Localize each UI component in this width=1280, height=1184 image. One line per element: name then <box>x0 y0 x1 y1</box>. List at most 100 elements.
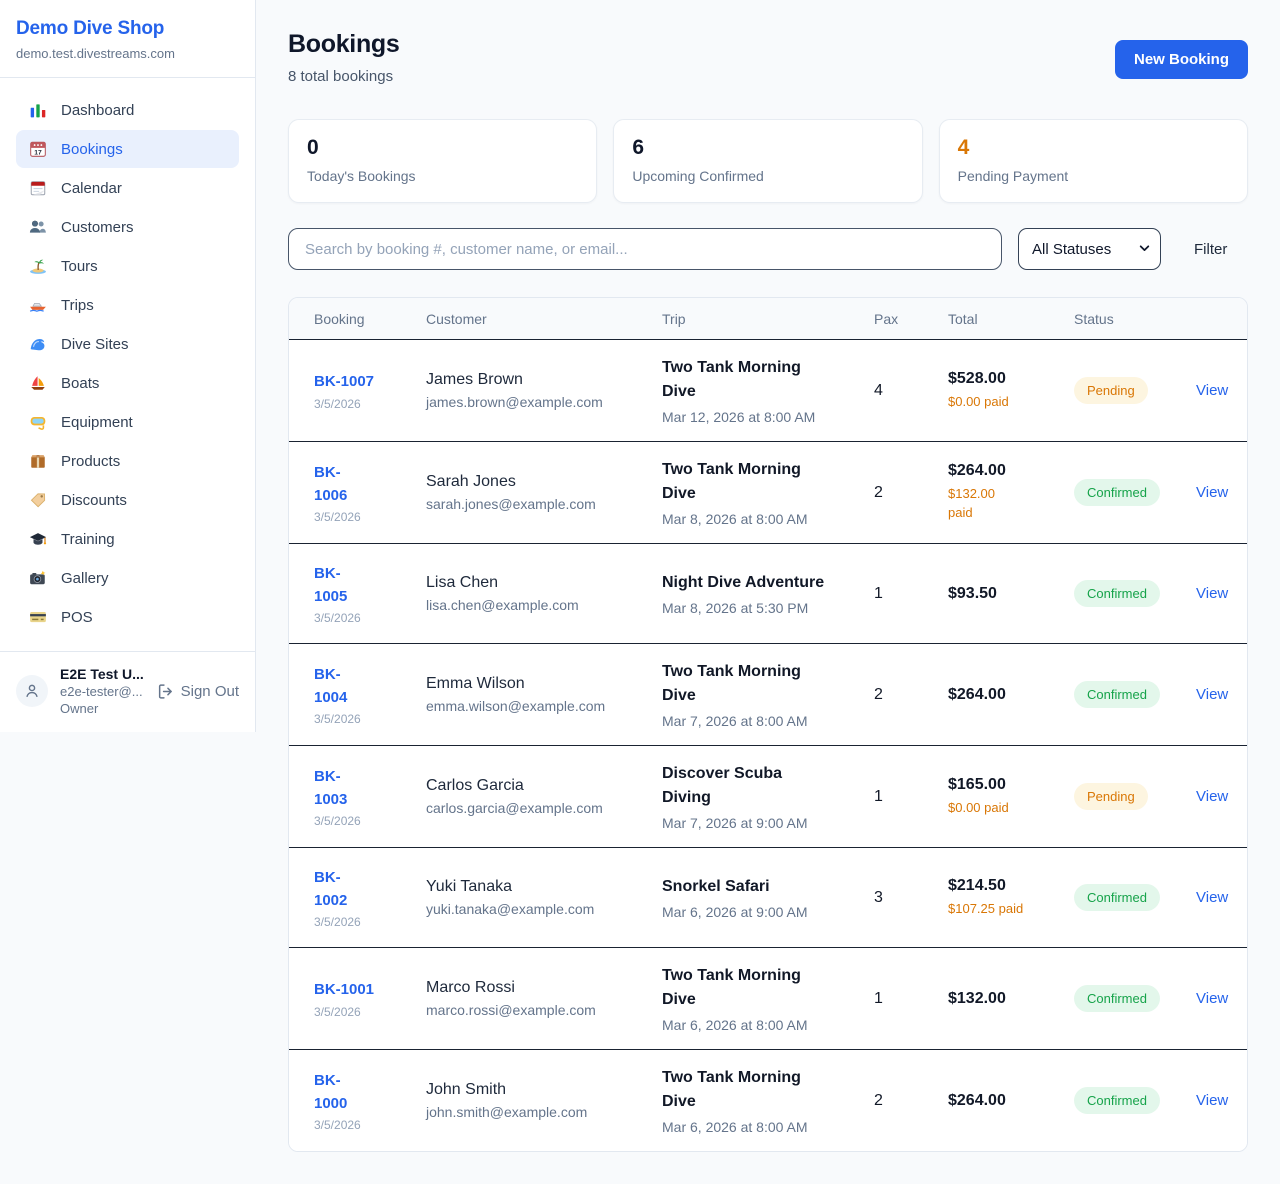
main-content: Bookings 8 total bookings New Booking 0 … <box>256 0 1280 1184</box>
trip-name: Two Tank MorningDive <box>662 356 864 404</box>
booking-id-link[interactable]: BK-1003 <box>314 765 416 812</box>
view-link[interactable]: View <box>1186 382 1228 399</box>
trip-cell: Two Tank MorningDiveMar 12, 2026 at 8:00… <box>662 340 874 441</box>
status-badge: Confirmed <box>1074 1087 1160 1114</box>
view-link[interactable]: View <box>1186 484 1228 501</box>
status-badge: Pending <box>1074 377 1148 404</box>
trip-date: Mar 8, 2026 at 5:30 PM <box>662 600 864 616</box>
pax-cell: 1 <box>874 772 948 822</box>
sidebar-item-label: Training <box>61 531 115 548</box>
filter-button[interactable]: Filter <box>1194 241 1227 258</box>
booking-cell: BK-10033/5/2026 <box>314 749 426 845</box>
total-amount: $214.50 <box>948 877 1064 895</box>
stat-label: Today's Bookings <box>307 168 578 184</box>
brand-title[interactable]: Demo Dive Shop <box>16 18 239 40</box>
trip-name: Two Tank MorningDive <box>662 660 864 708</box>
status-filter-select[interactable]: All Statuses <box>1018 228 1161 270</box>
sidebar-item-tours[interactable]: Tours <box>16 247 239 285</box>
sidebar-item-label: Products <box>61 453 120 470</box>
status-badge: Pending <box>1074 783 1148 810</box>
customer-cell: James Brownjames.brown@example.com <box>426 355 662 426</box>
view-link[interactable]: View <box>1186 788 1228 805</box>
status-badge: Confirmed <box>1074 580 1160 607</box>
total-cell: $93.50 <box>948 569 1074 619</box>
trip-cell: Two Tank MorningDiveMar 6, 2026 at 8:00 … <box>662 1050 874 1151</box>
booking-id-link[interactable]: BK-1005 <box>314 562 416 609</box>
sidebar-item-equipment[interactable]: Equipment <box>16 403 239 441</box>
sign-out-button[interactable]: Sign Out <box>157 683 239 700</box>
sidebar-item-trips[interactable]: Trips <box>16 286 239 324</box>
sidebar-item-discounts[interactable]: Discounts <box>16 481 239 519</box>
trip-date: Mar 7, 2026 at 8:00 AM <box>662 713 864 729</box>
view-link[interactable]: View <box>1186 889 1228 906</box>
sidebar-item-training[interactable]: Training <box>16 520 239 558</box>
total-cell: $165.00$0.00 paid <box>948 760 1074 834</box>
stat-value: 4 <box>958 136 1229 160</box>
status-badge: Confirmed <box>1074 479 1160 506</box>
people-icon <box>29 218 47 236</box>
stat-label: Upcoming Confirmed <box>632 168 903 184</box>
sign-out-label: Sign Out <box>181 683 239 700</box>
booking-id-link[interactable]: BK-1006 <box>314 461 416 508</box>
new-booking-button[interactable]: New Booking <box>1115 40 1248 79</box>
trip-name: Snorkel Safari <box>662 875 864 899</box>
page-header: Bookings 8 total bookings New Booking <box>288 30 1248 85</box>
sidebar-item-boats[interactable]: Boats <box>16 364 239 402</box>
customer-email: james.brown@example.com <box>426 394 652 410</box>
table-row: BK-10003/5/2026John Smithjohn.smith@exam… <box>289 1050 1247 1151</box>
status-cell: Confirmed <box>1074 1071 1186 1130</box>
customer-name: Carlos Garcia <box>426 777 652 795</box>
graduation-cap-icon <box>29 530 47 548</box>
sidebar-item-customers[interactable]: Customers <box>16 208 239 246</box>
status-badge: Confirmed <box>1074 985 1160 1012</box>
customer-email: sarah.jones@example.com <box>426 496 652 512</box>
trip-date: Mar 6, 2026 at 8:00 AM <box>662 1017 864 1033</box>
sidebar-item-dashboard[interactable]: Dashboard <box>16 91 239 129</box>
sidebar-item-products[interactable]: Products <box>16 442 239 480</box>
booking-date: 3/5/2026 <box>314 510 416 524</box>
speedboat-icon <box>29 296 47 314</box>
sidebar-item-gallery[interactable]: Gallery <box>16 559 239 597</box>
booking-id-link[interactable]: BK-1004 <box>314 663 416 710</box>
booking-id-link[interactable]: BK-1002 <box>314 866 416 913</box>
sign-out-icon <box>157 683 174 700</box>
booking-id-link[interactable]: BK-1000 <box>314 1069 416 1116</box>
sidebar-item-pos[interactable]: POS <box>16 598 239 636</box>
total-amount: $165.00 <box>948 776 1064 794</box>
view-cell: View <box>1186 1076 1247 1126</box>
status-cell: Confirmed <box>1074 969 1186 1028</box>
customer-cell: Emma Wilsonemma.wilson@example.com <box>426 659 662 730</box>
table-header-row: Booking Customer Trip Pax Total Status <box>289 298 1247 340</box>
trip-cell: Night Dive Adventure Mar 8, 2026 at 5:30 … <box>662 555 874 632</box>
sidebar-item-calendar[interactable]: Calendar <box>16 169 239 207</box>
pax-cell: 4 <box>874 366 948 416</box>
tag-icon <box>29 491 47 509</box>
customer-cell: John Smithjohn.smith@example.com <box>426 1065 662 1136</box>
user-role: Owner <box>60 701 144 716</box>
view-link[interactable]: View <box>1186 990 1228 1007</box>
view-link[interactable]: View <box>1186 585 1228 602</box>
booking-id-link[interactable]: BK-1001 <box>314 978 416 1001</box>
booking-date: 3/5/2026 <box>314 915 416 929</box>
sidebar-item-dive-sites[interactable]: Dive Sites <box>16 325 239 363</box>
customer-email: carlos.garcia@example.com <box>426 800 652 816</box>
bookings-table-body: BK-1007 3/5/2026 James Brownjames.brown@ex… <box>289 340 1247 1151</box>
view-cell: View <box>1186 772 1247 822</box>
sidebar-item-bookings[interactable]: 17Bookings <box>16 130 239 168</box>
total-amount: $93.50 <box>948 585 1064 603</box>
trip-cell: Snorkel SafariMar 6, 2026 at 9:00 AM <box>662 859 874 936</box>
trip-name: Night Dive Adventure <box>662 571 864 595</box>
search-input[interactable] <box>288 228 1002 270</box>
user-name: E2E Test U... <box>60 666 144 682</box>
view-link[interactable]: View <box>1186 686 1228 703</box>
trip-date: Mar 6, 2026 at 8:00 AM <box>662 1119 864 1135</box>
total-amount: $132.00 <box>948 990 1064 1008</box>
view-link[interactable]: View <box>1186 1092 1228 1109</box>
trip-name: Two Tank MorningDive <box>662 964 864 1012</box>
view-cell: View <box>1186 468 1247 518</box>
booking-id-link[interactable]: BK-1007 <box>314 370 416 393</box>
brand-domain: demo.test.divestreams.com <box>16 46 239 61</box>
view-cell: View <box>1186 366 1247 416</box>
island-icon <box>29 257 47 275</box>
sidebar-user-section: E2E Test U... e2e-tester@... Owner Sign … <box>0 651 255 732</box>
